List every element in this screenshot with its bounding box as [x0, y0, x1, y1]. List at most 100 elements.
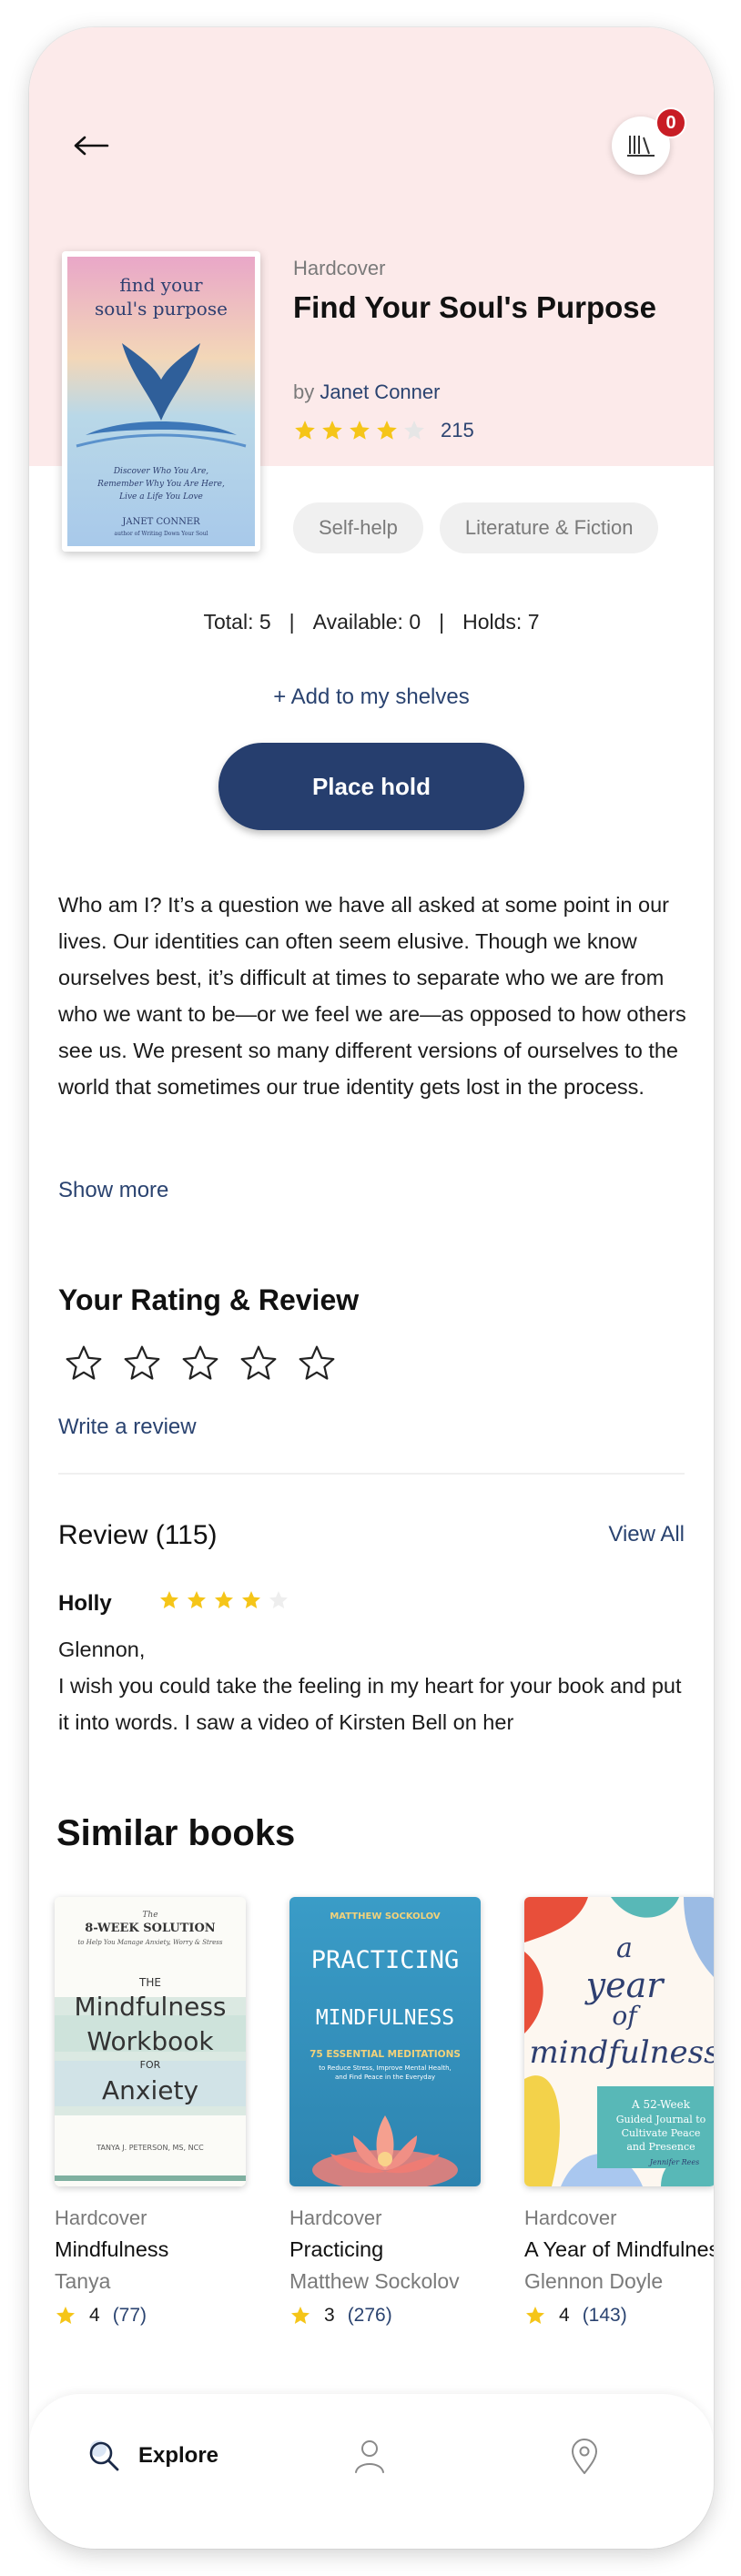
similar-book-rating-value: 4 — [89, 2305, 100, 2326]
cover-text: A 52-Week — [631, 2098, 691, 2111]
place-hold-button[interactable]: Place hold — [218, 743, 524, 830]
bottom-navigation: Explore — [29, 2394, 714, 2549]
similar-book-author: Tanya — [55, 2269, 111, 2293]
available-copies: Available: 0 — [312, 610, 421, 634]
reviews-heading: Review (115) — [58, 1520, 218, 1550]
svg-text:Live a Life You Love: Live a Life You Love — [118, 492, 203, 502]
author-prefix: by — [293, 380, 315, 403]
location-pin-icon[interactable] — [564, 2436, 604, 2476]
similar-book-rating-count: (77) — [112, 2305, 147, 2326]
bookshelf-icon — [627, 136, 655, 157]
practicing-mindfulness-cover-art: MATTHEW SOCKOLOV PRACTICING MINDFULNESS … — [289, 1897, 481, 2186]
star-filled-icon — [322, 421, 342, 440]
star-outline-icon[interactable] — [122, 1344, 162, 1384]
nav-explore-tab[interactable]: Explore — [86, 2438, 218, 2474]
search-icon — [89, 2440, 119, 2471]
star-filled-icon — [215, 1591, 233, 1608]
cover-text: a — [616, 1932, 633, 1964]
star-outline-icon[interactable] — [297, 1344, 337, 1384]
separator: | — [289, 610, 295, 634]
svg-text:Remember Why You Are Here,: Remember Why You Are Here, — [96, 480, 225, 489]
cover-text: to Reduce Stress, Improve Mental Health, — [319, 2064, 452, 2072]
similar-book-rating: 4 (143) — [524, 2305, 714, 2327]
add-to-shelves-link[interactable]: + Add to my shelves — [29, 685, 714, 710]
similar-book-card[interactable]: The 8-WEEK SOLUTION to Help You Manage A… — [55, 1897, 264, 2327]
reviewer-name: Holly — [58, 1591, 112, 1616]
star-outline-icon[interactable] — [64, 1344, 104, 1384]
star-filled-icon — [377, 421, 397, 440]
author-line: by Janet Conner — [293, 380, 440, 404]
holds-count: Holds: 7 — [462, 610, 540, 634]
similar-book-format: Hardcover — [289, 2206, 382, 2229]
cover-text: Jennifer Rees — [648, 2158, 699, 2166]
similar-book-rating: 4 (77) — [55, 2305, 264, 2327]
similar-book-author: Glennon Doyle — [524, 2269, 664, 2293]
mindfulness-workbook-cover-art: The 8-WEEK SOLUTION to Help You Manage A… — [55, 1897, 246, 2186]
cover-text: THE — [138, 1976, 161, 1989]
star-filled-icon — [56, 2307, 75, 2324]
similar-book-title: Practicing — [289, 2237, 384, 2261]
similar-book-card[interactable]: MATTHEW SOCKOLOV PRACTICING MINDFULNESS … — [289, 1897, 499, 2327]
user-icon[interactable] — [350, 2436, 390, 2476]
cover-text: year — [584, 1965, 666, 2005]
book-format: Hardcover — [293, 257, 386, 279]
similar-book-format: Hardcover — [55, 2206, 147, 2229]
similar-book-author: Matthew Sockolov — [289, 2269, 460, 2293]
cover-text: Guided Journal to — [616, 2114, 706, 2125]
star-outline-icon[interactable] — [239, 1344, 279, 1384]
book-rating: 215 — [293, 419, 474, 442]
rating-count[interactable]: 215 — [441, 419, 474, 442]
svg-text:author of Writing Down Your So: author of Writing Down Your Soul — [115, 531, 208, 537]
review-rating — [158, 1589, 289, 1611]
cover-text: MINDFULNESS — [316, 2006, 454, 2030]
your-rating-heading: Your Rating & Review — [58, 1283, 360, 1316]
similar-book-rating-count: (276) — [347, 2305, 392, 2326]
cover-text: 8-WEEK SOLUTION — [85, 1922, 216, 1935]
star-filled-icon — [160, 1591, 178, 1608]
star-filled-icon — [242, 1591, 260, 1608]
similar-book-title: A Year of Mindfulness — [524, 2237, 714, 2261]
cover-text: FOR — [140, 2059, 161, 2071]
cover-text: TANYA J. PETERSON, MS, NCC — [96, 2144, 204, 2152]
separator: | — [439, 610, 445, 634]
star-filled-icon — [188, 1591, 206, 1608]
star-filled-icon — [526, 2307, 544, 2324]
cover-text: The — [142, 1911, 157, 1920]
star-outline-icon[interactable] — [180, 1344, 220, 1384]
similar-book-rating-value: 3 — [324, 2305, 335, 2326]
cover-text: and Presence — [626, 2141, 695, 2153]
similar-book-card[interactable]: a year of mindfulness A 52-Week Guided J… — [524, 1897, 714, 2327]
similar-book-format: Hardcover — [524, 2206, 617, 2229]
star-filled-icon — [350, 421, 370, 440]
review-text: Glennon, I wish you could take the feeli… — [58, 1638, 682, 1734]
similar-book-cover: The 8-WEEK SOLUTION to Help You Manage A… — [55, 1897, 246, 2186]
star-filled-icon — [295, 421, 315, 440]
author-link[interactable]: Janet Conner — [320, 380, 440, 403]
svg-text:JANET CONNER: JANET CONNER — [121, 517, 200, 527]
genre-chip[interactable]: Self-help — [293, 502, 423, 553]
svg-text:soul's purpose: soul's purpose — [95, 298, 228, 319]
view-all-reviews-link[interactable]: View All — [608, 1522, 685, 1547]
book-cover-art: find your soul's purpose Discover Who Yo… — [67, 257, 255, 546]
genre-chips: Self-help Literature & Fiction — [293, 502, 659, 553]
write-review-link[interactable]: Write a review — [58, 1415, 197, 1440]
genre-chip[interactable]: Literature & Fiction — [439, 502, 659, 553]
similar-book-title: Mindfulness — [55, 2237, 169, 2261]
nav-explore-label: Explore — [138, 2443, 219, 2468]
star-empty-icon — [269, 1591, 288, 1608]
show-more-link[interactable]: Show more — [58, 1178, 168, 1203]
section-divider — [58, 1473, 685, 1475]
cover-text: PRACTICING — [311, 1946, 460, 1974]
cover-text: mindfulness — [529, 2034, 714, 2071]
similar-book-rating-value: 4 — [559, 2305, 570, 2326]
availability-summary: Total: 5 | Available: 0 | Holds: 7 — [29, 610, 714, 634]
similar-book-cover: a year of mindfulness A 52-Week Guided J… — [524, 1897, 714, 2186]
cover-text: 75 ESSENTIAL MEDITATIONS — [310, 2049, 461, 2060]
phone-frame: 0 find your soul's purpose Discover Who … — [29, 27, 714, 2549]
year-of-mindfulness-cover-art: a year of mindfulness A 52-Week Guided J… — [524, 1897, 714, 2186]
star-filled-icon — [291, 2307, 310, 2324]
similar-book-cover: MATTHEW SOCKOLOV PRACTICING MINDFULNESS … — [289, 1897, 481, 2186]
back-button[interactable] — [64, 118, 118, 173]
shelf-count-badge: 0 — [655, 107, 686, 138]
cover-text: and Find Peace in the Everyday — [335, 2074, 435, 2081]
